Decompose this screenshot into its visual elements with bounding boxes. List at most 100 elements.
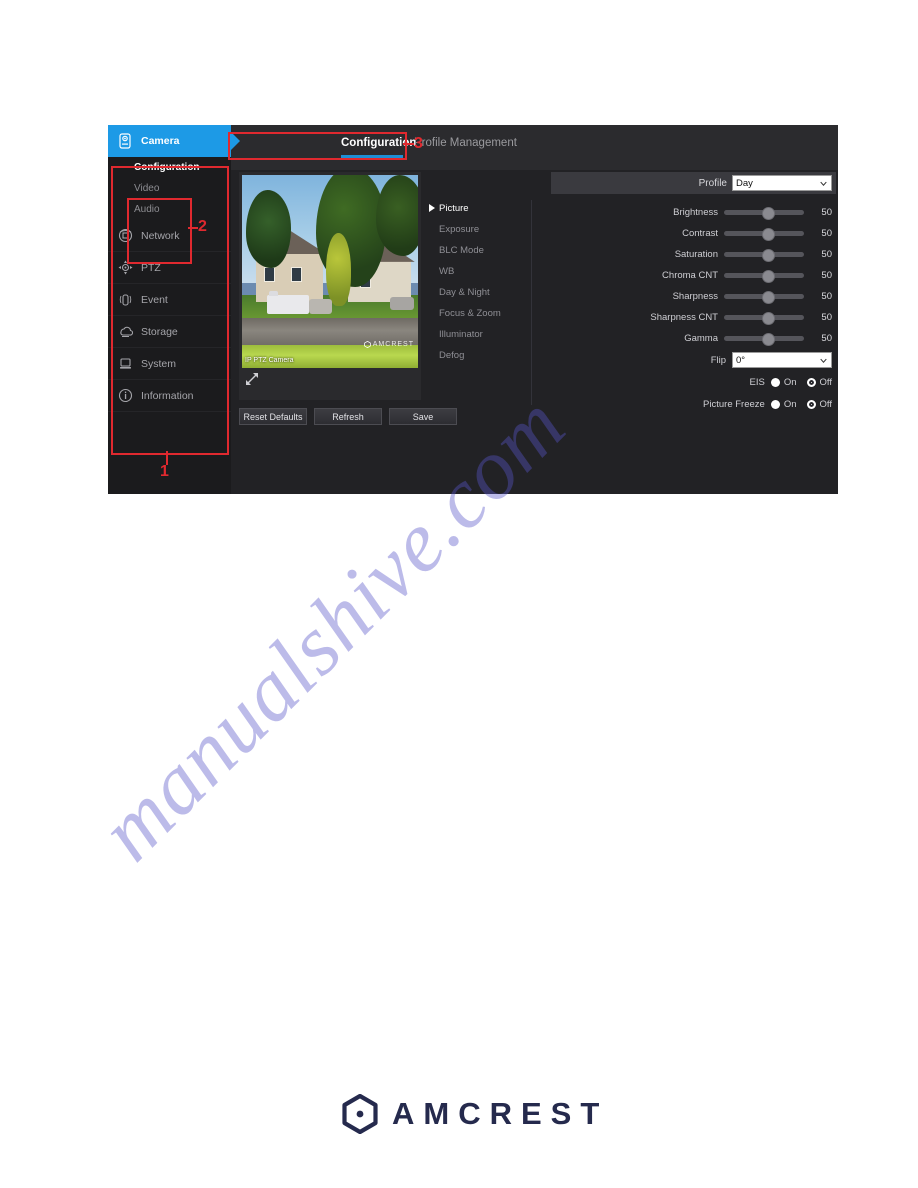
slider-knob[interactable] — [762, 228, 775, 241]
eis-off-label[interactable]: Off — [820, 377, 833, 388]
sidebar-subitem-audio[interactable]: Audio — [108, 199, 231, 220]
slider-value: 50 — [821, 270, 832, 281]
picture-submenu: Picture Exposure BLC Mode WB Day & Night… — [427, 198, 537, 366]
submenu-item-day-night[interactable]: Day & Night — [427, 282, 537, 303]
sharpness-cnt-slider[interactable] — [724, 312, 804, 325]
scene-car-silver — [308, 298, 332, 314]
flip-select[interactable]: 0° — [732, 352, 832, 368]
video-scene-image — [242, 175, 418, 368]
submenu-item-label: Illuminator — [439, 329, 483, 340]
slider-knob[interactable] — [762, 207, 775, 220]
setting-row-brightness: Brightness 50 — [551, 202, 836, 223]
slider-value: 50 — [821, 312, 832, 323]
picture-freeze-on-label[interactable]: On — [784, 399, 797, 410]
sidebar-item-storage[interactable]: Storage — [108, 316, 231, 348]
event-icon — [116, 291, 134, 309]
slider-label: Chroma CNT — [662, 270, 718, 281]
submenu-item-focus-zoom[interactable]: Focus & Zoom — [427, 303, 537, 324]
video-brand-watermark: AMCREST — [363, 341, 414, 348]
submenu-item-illuminator[interactable]: Illuminator — [427, 324, 537, 345]
video-osd-text: IP PTZ Camera — [245, 357, 294, 364]
information-icon — [116, 387, 134, 405]
submenu-item-exposure[interactable]: Exposure — [427, 219, 537, 240]
sidebar-subitem-label: Configuration — [134, 162, 200, 173]
slider-knob[interactable] — [762, 249, 775, 262]
chevron-down-icon — [820, 358, 827, 363]
submenu-item-picture[interactable]: Picture — [427, 198, 537, 219]
slider-value: 50 — [821, 228, 832, 239]
eis-radio-off[interactable] — [806, 377, 816, 387]
slider-knob[interactable] — [762, 270, 775, 283]
active-tab-underline — [341, 155, 403, 158]
saturation-slider[interactable] — [724, 249, 804, 262]
reset-defaults-button[interactable]: Reset Defaults — [239, 408, 307, 425]
setting-row-sharpness-cnt: Sharpness CNT 50 — [551, 307, 836, 328]
sidebar-item-label: Event — [141, 293, 168, 306]
slider-value: 50 — [821, 249, 832, 260]
sharpness-slider[interactable] — [724, 291, 804, 304]
slider-value: 50 — [821, 207, 832, 218]
scene-tree-right — [375, 175, 418, 257]
brightness-slider[interactable] — [724, 207, 804, 220]
contrast-slider[interactable] — [724, 228, 804, 241]
profile-bar: Profile Day — [551, 172, 836, 194]
scene-window — [264, 267, 276, 283]
sidebar-item-event[interactable]: Event — [108, 284, 231, 316]
submenu-item-label: Picture — [439, 203, 469, 214]
eis-radio-on[interactable] — [770, 377, 780, 387]
profile-label: Profile — [698, 177, 727, 189]
profile-select[interactable]: Day — [732, 175, 832, 191]
chroma-cnt-slider[interactable] — [724, 270, 804, 283]
flip-select-value: 0° — [736, 354, 746, 366]
footer-brand-logo: AMCREST — [340, 1094, 608, 1134]
slider-value: 50 — [821, 291, 832, 302]
picture-freeze-radio-off[interactable] — [806, 399, 816, 409]
slider-knob[interactable] — [762, 333, 775, 346]
camera-web-ui-window: Configuration Profile Management Camera … — [108, 125, 838, 494]
expand-icon[interactable] — [245, 372, 259, 386]
sidebar-nav: Camera Configuration Video Audio Network — [108, 125, 240, 494]
sidebar-item-ptz[interactable]: PTZ — [108, 252, 231, 284]
tab-bar: Configuration Profile Management — [231, 125, 838, 170]
picture-freeze-radio-on[interactable] — [770, 399, 780, 409]
sidebar-subitem-video[interactable]: Video — [108, 178, 231, 199]
picture-freeze-off-label[interactable]: Off — [820, 399, 833, 410]
submenu-item-wb[interactable]: WB — [427, 261, 537, 282]
slider-label: Brightness — [673, 207, 718, 218]
sidebar-subitem-label: Audio — [134, 204, 160, 215]
setting-row-saturation: Saturation 50 — [551, 244, 836, 265]
slider-value: 50 — [821, 333, 832, 344]
scene-window — [290, 267, 302, 283]
setting-row-gamma: Gamma 50 — [551, 328, 836, 349]
setting-row-chroma-cnt: Chroma CNT 50 — [551, 265, 836, 286]
picture-freeze-radio-group: On Off — [770, 399, 833, 410]
sidebar-item-label: Storage — [141, 325, 178, 338]
sidebar-item-system[interactable]: System — [108, 348, 231, 380]
eis-radio-group: On Off — [770, 377, 833, 388]
setting-row-contrast: Contrast 50 — [551, 223, 836, 244]
tab-profile-management[interactable]: Profile Management — [414, 137, 517, 149]
slider-label: Sharpness — [672, 291, 718, 302]
live-video-frame[interactable]: IP PTZ Camera AMCREST — [242, 175, 418, 368]
footer-brand-text: AMCREST — [392, 1096, 609, 1131]
slider-knob[interactable] — [762, 291, 775, 304]
action-button-bar: Reset Defaults Refresh Save — [239, 408, 457, 425]
sidebar-item-camera[interactable]: Camera — [108, 125, 240, 157]
sidebar-item-label: Camera — [141, 135, 180, 147]
submenu-item-label: WB — [439, 266, 455, 277]
gamma-slider[interactable] — [724, 333, 804, 346]
submenu-item-defog[interactable]: Defog — [427, 345, 537, 366]
amcrest-hexagon-icon — [342, 1094, 378, 1134]
slider-knob[interactable] — [762, 312, 775, 325]
setting-row-sharpness: Sharpness 50 — [551, 286, 836, 307]
refresh-button[interactable]: Refresh — [314, 408, 382, 425]
sidebar-item-network[interactable]: Network — [108, 220, 231, 252]
save-button[interactable]: Save — [389, 408, 457, 425]
eis-on-label[interactable]: On — [784, 377, 797, 388]
setting-row-picture-freeze: Picture Freeze On Off — [551, 393, 836, 415]
content-area: IP PTZ Camera AMCREST Picture Exposure B… — [231, 170, 838, 494]
sidebar-subitem-configuration[interactable]: Configuration — [108, 157, 231, 178]
sidebar-item-information[interactable]: Information — [108, 380, 231, 412]
sidebar-subitem-label: Video — [134, 183, 160, 194]
submenu-item-blc-mode[interactable]: BLC Mode — [427, 240, 537, 261]
